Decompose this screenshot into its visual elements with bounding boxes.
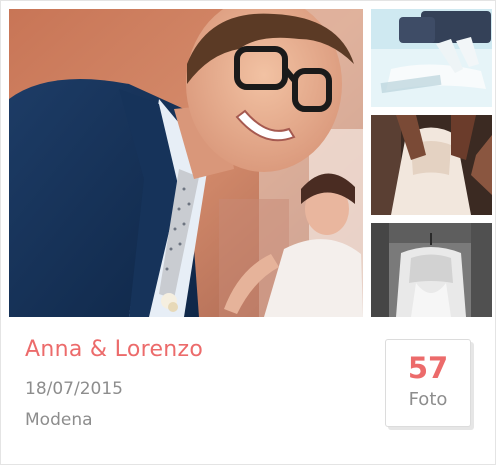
event-place: Modena bbox=[25, 410, 93, 430]
shoes-image bbox=[371, 9, 492, 107]
groom-bride-image bbox=[9, 9, 363, 317]
hanging-dress-image bbox=[371, 223, 492, 317]
dressing-image bbox=[371, 115, 492, 215]
photo-count-box[interactable]: 57 Foto bbox=[385, 339, 471, 427]
thumbnail-photo-shoes[interactable] bbox=[371, 9, 492, 107]
thumbnail-photo-dress[interactable] bbox=[371, 115, 492, 215]
event-date: 18/07/2015 bbox=[25, 379, 123, 399]
event-title[interactable]: Anna & Lorenzo bbox=[25, 339, 345, 361]
photo-count-label: Foto bbox=[408, 389, 448, 410]
event-card[interactable]: Anna & Lorenzo 18/07/2015 Modena 57 Foto bbox=[0, 0, 496, 465]
thumbnail-photo-hanging-dress[interactable] bbox=[371, 223, 492, 317]
event-info: Anna & Lorenzo 18/07/2015 Modena bbox=[25, 339, 345, 429]
photo-count: 57 bbox=[407, 351, 449, 385]
main-photo[interactable] bbox=[9, 9, 363, 317]
